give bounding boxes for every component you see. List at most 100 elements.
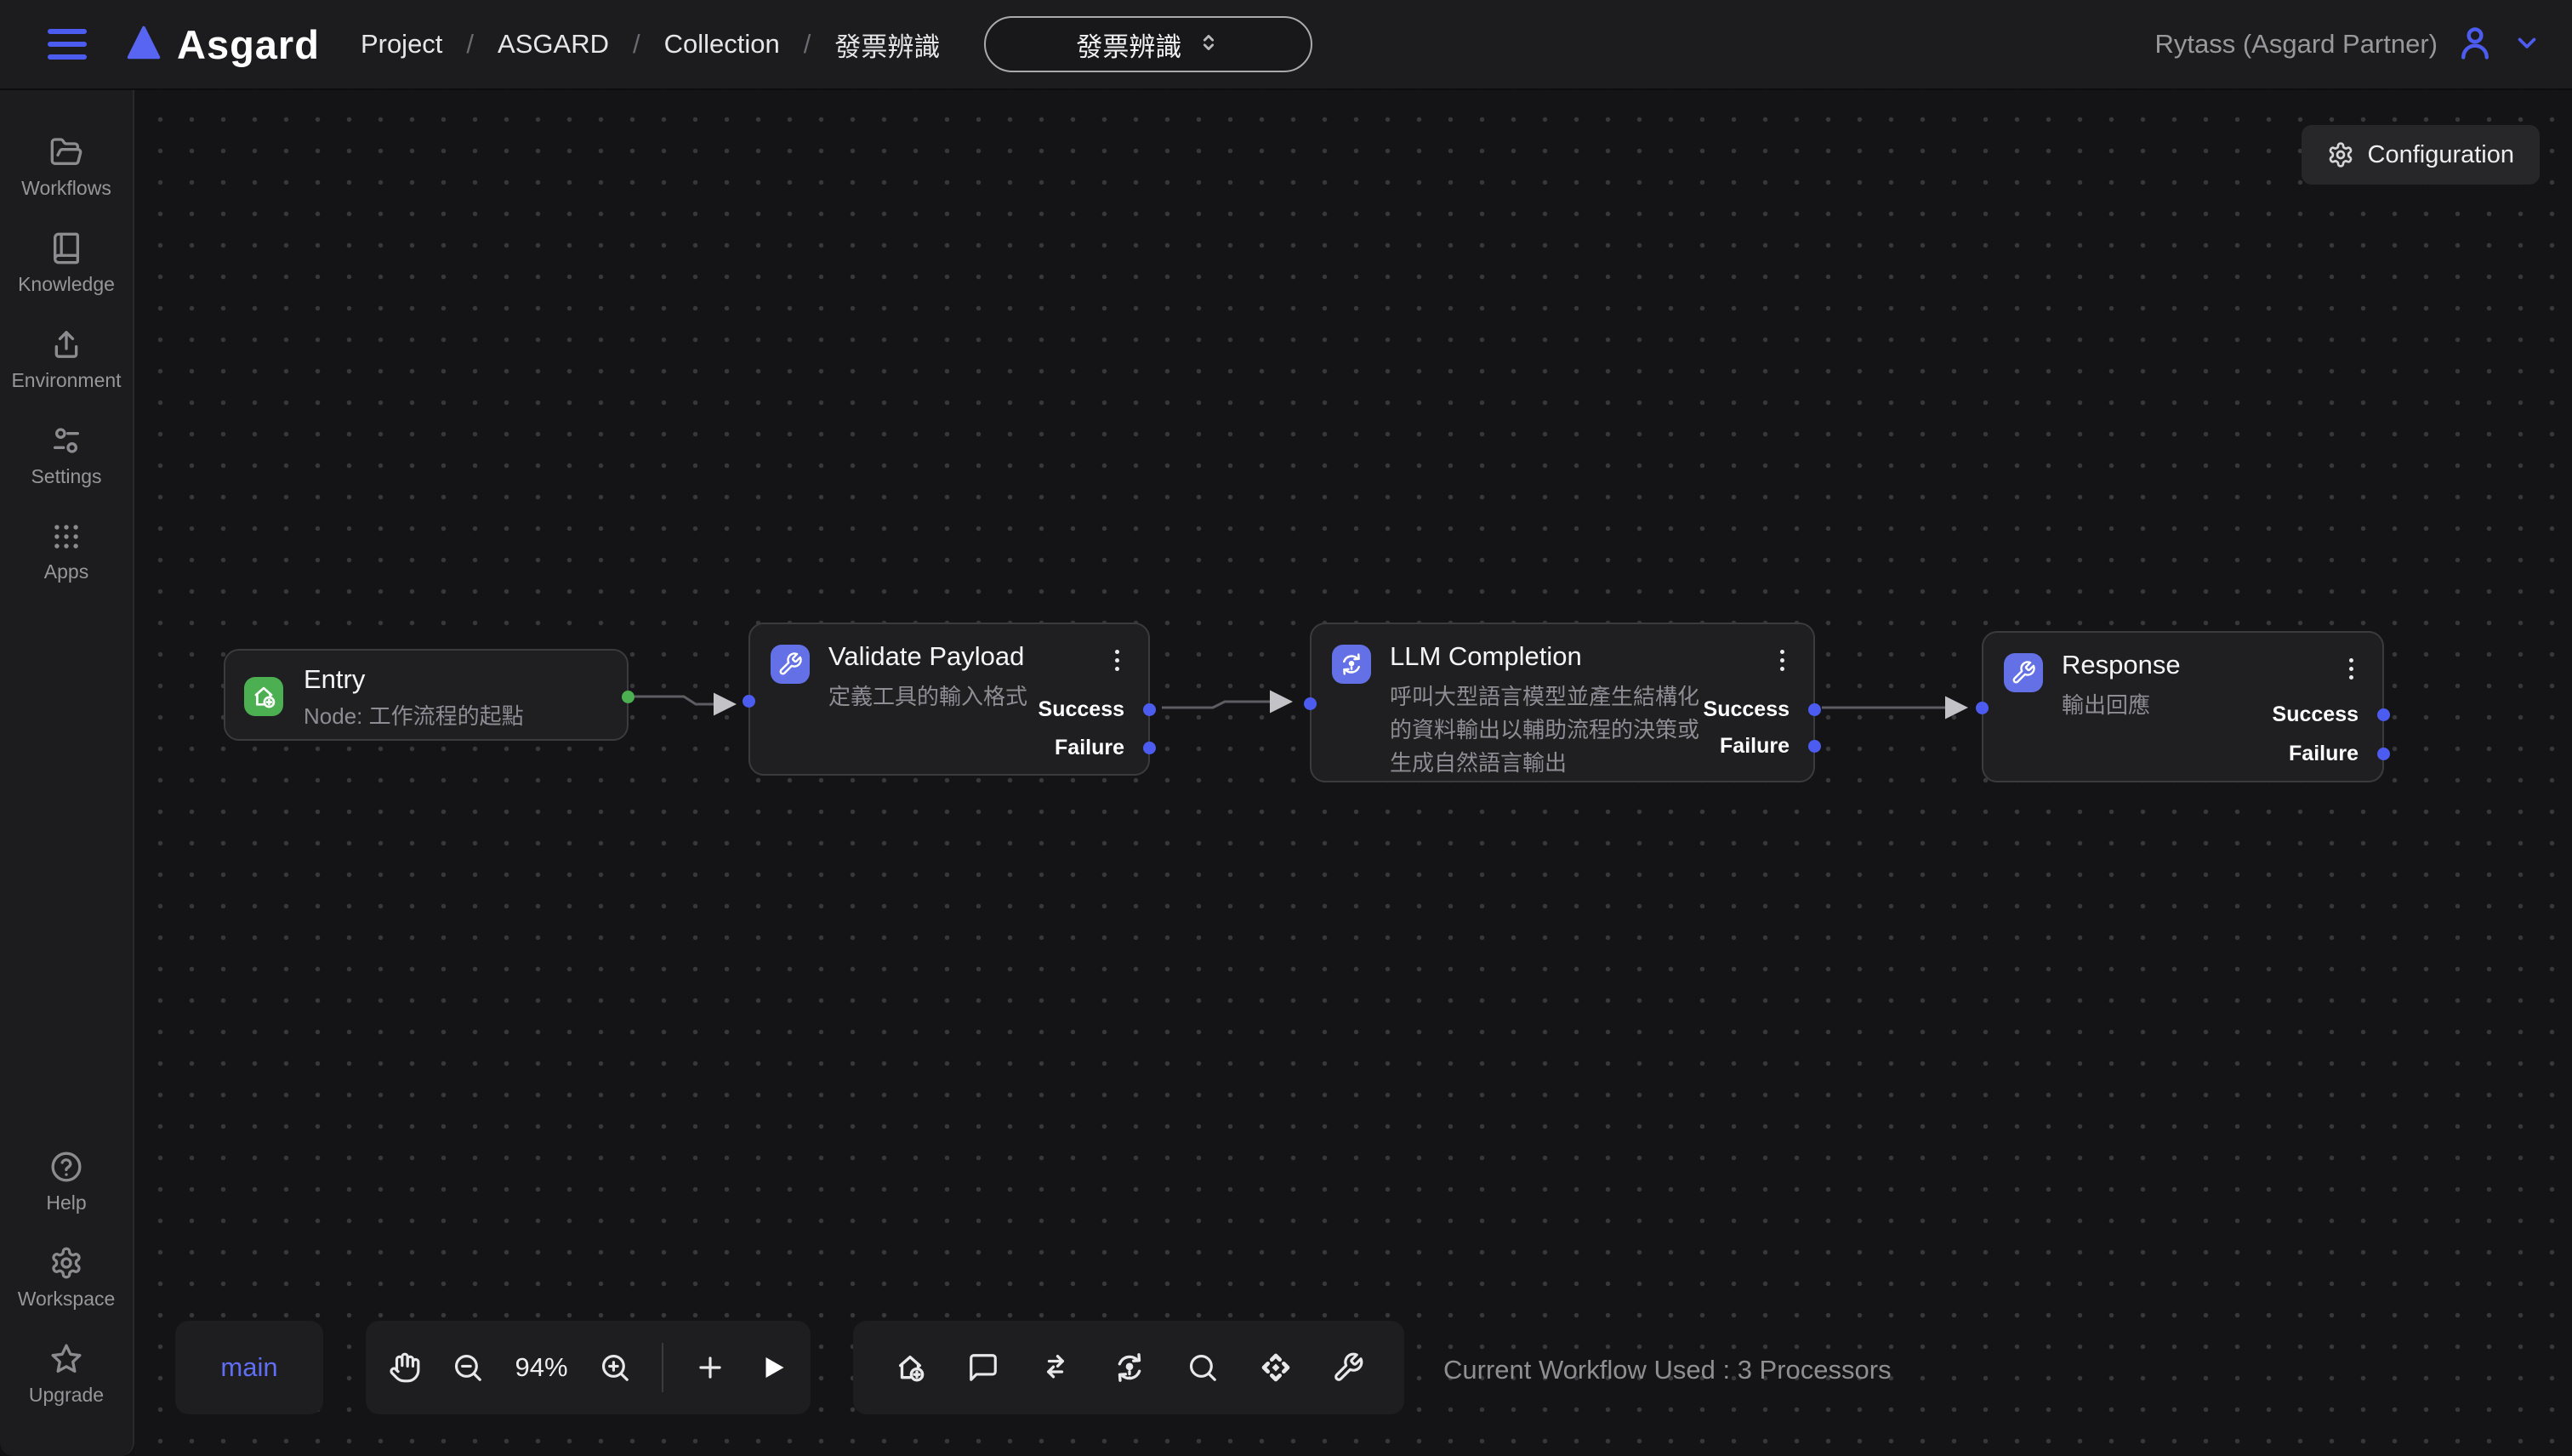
node-validate-payload[interactable]: Validate Payload 定義工具的輸入格式 Success Failu…: [748, 623, 1150, 776]
search-icon[interactable]: [1186, 1351, 1219, 1384]
pan-hand-icon[interactable]: [389, 1351, 421, 1384]
edge-entry-to-validate: [634, 697, 731, 704]
breadcrumb-item-workflow[interactable]: 發票辨識: [834, 26, 940, 64]
output-port-failure[interactable]: [2377, 748, 2390, 760]
sidebar-label: Environment: [11, 369, 121, 392]
branch-button[interactable]: main: [175, 1321, 323, 1414]
llm-refresh-icon: [1332, 645, 1371, 684]
tool-wrench-icon[interactable]: [1332, 1351, 1364, 1384]
app-window: Asgard Project / ASGARD / Collection / 發…: [0, 0, 2572, 1456]
entry-node-icon[interactable]: [893, 1351, 927, 1385]
node-response[interactable]: Response 輸出回應 Success Failure: [1982, 631, 2384, 782]
sidebar-label: Workflows: [21, 177, 111, 200]
chevron-down-icon[interactable]: [2512, 28, 2541, 61]
user-label: Rytass (Asgard Partner): [2155, 29, 2438, 60]
node-palette-toolbar: [853, 1321, 1404, 1414]
output-port-failure[interactable]: [1808, 740, 1821, 753]
output-label-failure: Failure: [1055, 736, 1124, 759]
branch-label: main: [220, 1352, 277, 1383]
node-title: Entry: [304, 664, 365, 695]
workflow-select-value: 發票辨識: [1076, 26, 1181, 64]
input-port[interactable]: [1976, 702, 1989, 714]
sidebar-item-upgrade[interactable]: Upgrade: [0, 1326, 133, 1422]
input-port[interactable]: [743, 695, 755, 708]
help-circle-icon: [49, 1150, 83, 1184]
add-icon[interactable]: [694, 1351, 726, 1384]
node-entry[interactable]: Entry Node: 工作流程的起點: [224, 649, 629, 741]
sidebar-item-knowledge[interactable]: Knowledge: [0, 215, 133, 311]
node-llm-completion[interactable]: LLM Completion 呼叫大型語言模型並產生結構化的資料輸出以輔助流程的…: [1310, 623, 1815, 782]
node-menu-kebab-icon[interactable]: [1106, 643, 1128, 677]
zoom-toolbar: 94%: [366, 1321, 811, 1414]
brand: Asgard: [124, 21, 320, 68]
sidebar-label: Knowledge: [18, 273, 115, 296]
gear-icon: [2327, 141, 2354, 168]
breadcrumb-item-collection[interactable]: Collection: [664, 29, 780, 60]
workflow-select[interactable]: 發票辨識: [984, 16, 1312, 72]
node-subtitle: Node: 工作流程的起點: [304, 700, 524, 733]
node-title: Validate Payload: [828, 641, 1024, 672]
zoom-out-icon[interactable]: [452, 1351, 484, 1384]
user-icon[interactable]: [2456, 24, 2494, 65]
sidebar-item-settings[interactable]: Settings: [0, 407, 133, 503]
breadcrumb-item-project[interactable]: Project: [361, 29, 442, 60]
node-title: Response: [2062, 650, 2181, 680]
top-bar: Asgard Project / ASGARD / Collection / 發…: [0, 0, 2572, 90]
book-icon: [49, 231, 83, 265]
node-menu-kebab-icon[interactable]: [2340, 651, 2362, 685]
gear-icon: [49, 1246, 83, 1280]
output-port-success[interactable]: [1143, 703, 1156, 716]
house-plus-icon: [244, 677, 283, 716]
node-subtitle: 呼叫大型語言模型並產生結構化的資料輸出以輔助流程的決策或生成自然語言輸出: [1390, 680, 1716, 780]
sidebar-item-apps[interactable]: Apps: [0, 503, 133, 600]
workflow-canvas[interactable]: Configuration Entry Node: 工作流程的起點: [134, 90, 2572, 1456]
input-port[interactable]: [1304, 697, 1317, 710]
logo-triangle-icon: [124, 24, 163, 65]
breadcrumb-separator: /: [804, 29, 811, 60]
breadcrumb-separator: /: [466, 29, 474, 60]
sliders-icon: [49, 424, 83, 458]
wrench-icon: [2004, 653, 2043, 692]
sidebar-label: Settings: [31, 465, 101, 488]
user-area[interactable]: Rytass (Asgard Partner): [2155, 24, 2542, 65]
run-icon[interactable]: [757, 1352, 788, 1383]
swap-arrows-icon[interactable]: [1038, 1351, 1073, 1385]
llm-node-icon[interactable]: [1112, 1351, 1147, 1385]
comment-icon[interactable]: [967, 1351, 999, 1384]
breadcrumb-item-asgard[interactable]: ASGARD: [498, 29, 609, 60]
node-menu-kebab-icon[interactable]: [1771, 643, 1793, 677]
sidebar-item-environment[interactable]: Environment: [0, 311, 133, 407]
sidebar-item-help[interactable]: Help: [0, 1134, 133, 1230]
configuration-label: Configuration: [2368, 141, 2515, 169]
output-port-success[interactable]: [2377, 708, 2390, 721]
output-label-success: Success: [2273, 702, 2359, 726]
output-port-failure[interactable]: [1143, 742, 1156, 754]
sidebar-label: Upgrade: [29, 1384, 104, 1407]
output-port-success[interactable]: [1808, 703, 1821, 716]
apps-grid-icon: [50, 520, 83, 553]
zoom-level: 94%: [515, 1352, 567, 1383]
sidebar-item-workflows[interactable]: Workflows: [0, 119, 133, 215]
output-port[interactable]: [622, 691, 634, 703]
zoom-in-icon[interactable]: [599, 1351, 631, 1384]
wrench-icon: [771, 645, 810, 684]
upload-icon: [49, 327, 83, 361]
sidebar: Workflows Knowledge Environment Settings: [0, 90, 134, 1456]
sidebar-label: Apps: [44, 560, 88, 583]
sidebar-label: Workspace: [18, 1288, 116, 1311]
workflow-usage-status: Current Workflow Used : 3 Processors: [1443, 1355, 1892, 1385]
move-steps-icon[interactable]: [1259, 1351, 1293, 1385]
edge-validate-to-llm: [1162, 702, 1288, 708]
sidebar-label: Help: [46, 1192, 86, 1214]
node-subtitle: 輸出回應: [2062, 689, 2150, 722]
brand-name: Asgard: [177, 21, 320, 68]
folder-open-icon: [49, 135, 83, 169]
output-label-failure: Failure: [2289, 742, 2359, 765]
toolbar-divider: [662, 1343, 663, 1392]
breadcrumb: Project / ASGARD / Collection / 發票辨識: [361, 26, 940, 64]
breadcrumb-separator: /: [633, 29, 640, 60]
menu-icon[interactable]: [48, 26, 90, 63]
configuration-button[interactable]: Configuration: [2302, 125, 2541, 185]
output-label-failure: Failure: [1720, 734, 1790, 758]
sidebar-item-workspace[interactable]: Workspace: [0, 1230, 133, 1326]
